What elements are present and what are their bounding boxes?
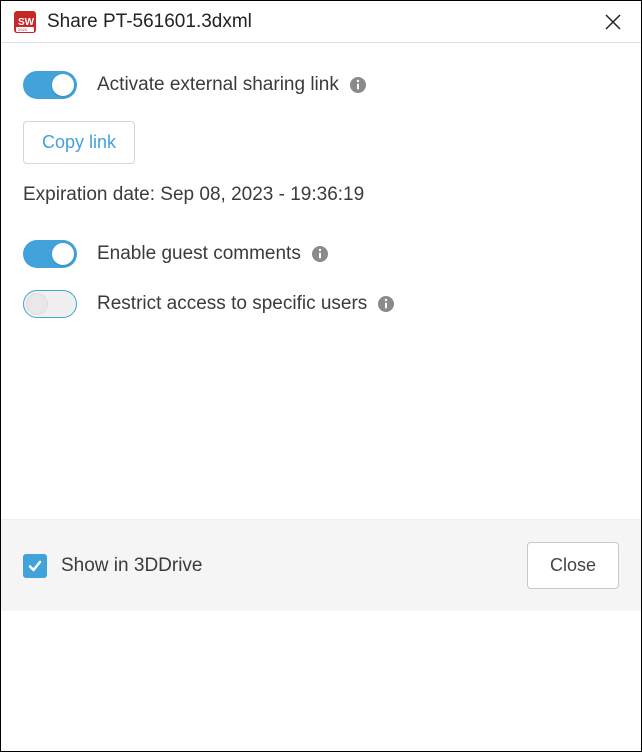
dialog-footer: Show in 3DDrive Close	[1, 519, 641, 611]
info-icon[interactable]	[311, 245, 329, 263]
solidworks-icon: SW 2023	[13, 10, 37, 34]
show-in-3ddrive-checkbox[interactable]	[23, 554, 47, 578]
guest-comments-row: Enable guest comments	[23, 240, 619, 268]
guest-comments-label: Enable guest comments	[97, 243, 301, 265]
dialog-content: Activate external sharing link Copy link…	[1, 43, 641, 519]
activate-sharing-toggle[interactable]	[23, 71, 77, 99]
dialog-title: Share PT-561601.3dxml	[47, 11, 597, 33]
share-dialog: SW 2023 Share PT-561601.3dxml Activate e…	[0, 0, 642, 752]
expiration-date-text: Expiration date: Sep 08, 2023 - 19:36:19	[23, 184, 619, 206]
close-icon[interactable]	[597, 6, 629, 38]
show-in-3ddrive-label: Show in 3DDrive	[61, 555, 203, 577]
activate-sharing-label: Activate external sharing link	[97, 74, 339, 96]
restrict-access-toggle[interactable]	[23, 290, 77, 318]
guest-comments-toggle[interactable]	[23, 240, 77, 268]
svg-text:2023: 2023	[18, 27, 28, 32]
restrict-access-label: Restrict access to specific users	[97, 293, 367, 315]
info-icon[interactable]	[349, 76, 367, 94]
info-icon[interactable]	[377, 295, 395, 313]
activate-sharing-row: Activate external sharing link	[23, 71, 619, 99]
restrict-access-row: Restrict access to specific users	[23, 290, 619, 318]
copy-link-button[interactable]: Copy link	[23, 121, 135, 164]
bottom-spacer	[1, 611, 641, 751]
titlebar: SW 2023 Share PT-561601.3dxml	[1, 1, 641, 43]
close-button[interactable]: Close	[527, 542, 619, 589]
footer-left: Show in 3DDrive	[23, 554, 203, 578]
